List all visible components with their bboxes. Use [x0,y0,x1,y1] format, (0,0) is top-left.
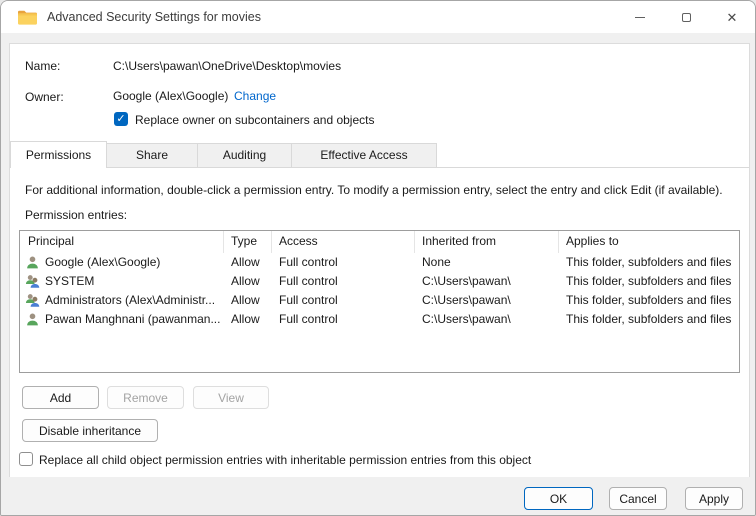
tab-auditing[interactable]: Auditing [197,143,292,167]
entry-applies-to: This folder, subfolders and files [566,293,732,307]
replace-child-checkbox[interactable] [19,452,33,466]
minimize-button[interactable] [617,1,663,33]
principal-name: Pawan Manghnani (pawanman... [45,312,221,326]
apply-button[interactable]: Apply [685,487,743,510]
column-header-inherited-from[interactable]: Inherited from [415,231,559,253]
entry-access: Full control [279,255,338,269]
entry-applies-to: This folder, subfolders and files [566,274,732,288]
change-owner-link[interactable]: Change [234,89,276,103]
user-icon [27,313,38,326]
entry-type: Allow [231,255,260,269]
table-row[interactable]: Administrators (Alex\Administr... Allow … [20,291,739,310]
title-bar: Advanced Security Settings for movies ✕ [1,1,755,33]
minimize-icon [635,16,645,18]
remove-button[interactable]: Remove [107,386,184,409]
close-icon: ✕ [726,9,738,25]
maximize-button[interactable] [663,1,709,33]
table-row[interactable]: Pawan Manghnani (pawanman... Allow Full … [20,310,739,329]
window-controls: ✕ [617,1,755,33]
entry-access: Full control [279,312,338,326]
folder-icon [18,10,37,25]
replace-child-label: Replace all child object permission entr… [39,453,532,467]
content-panel: Name: C:\Users\pawan\OneDrive\Desktop\mo… [9,43,750,479]
footer-bar: OK Cancel Apply [1,477,755,515]
maximize-icon [681,12,691,22]
permissions-description: For additional information, double-click… [25,183,723,197]
table-row[interactable]: Google (Alex\Google) Allow Full control … [20,253,739,272]
group-icon [25,294,40,307]
advanced-security-settings-dialog: Advanced Security Settings for movies ✕ … [0,0,756,516]
disable-inheritance-button[interactable]: Disable inheritance [22,419,158,442]
entry-inherited-from: None [422,255,451,269]
tab-strip: Permissions Share Auditing Effective Acc… [10,141,749,168]
table-header-row: Principal Type Access Inherited from App… [20,231,739,253]
name-value: C:\Users\pawan\OneDrive\Desktop\movies [113,59,342,73]
permission-entries-label: Permission entries: [25,208,128,222]
entry-inherited-from: C:\Users\pawan\ [422,293,511,307]
cancel-button[interactable]: Cancel [609,487,667,510]
entry-applies-to: This folder, subfolders and files [566,312,732,326]
owner-label: Owner: [25,90,64,104]
view-button[interactable]: View [193,386,269,409]
replace-owner-checkbox[interactable]: ✓ [114,112,128,126]
entry-type: Allow [231,274,260,288]
entry-type: Allow [231,293,260,307]
close-button[interactable]: ✕ [709,1,755,33]
tab-share[interactable]: Share [106,143,198,167]
column-header-access[interactable]: Access [272,231,415,253]
ok-button[interactable]: OK [524,487,593,510]
entry-access: Full control [279,274,338,288]
entry-access: Full control [279,293,338,307]
user-icon [27,256,38,269]
column-header-principal[interactable]: Principal [20,231,224,253]
table-row[interactable]: SYSTEM Allow Full control C:\Users\pawan… [20,272,739,291]
window-title: Advanced Security Settings for movies [47,10,261,24]
entry-applies-to: This folder, subfolders and files [566,255,732,269]
column-header-type[interactable]: Type [224,231,272,253]
replace-owner-label: Replace owner on subcontainers and objec… [135,113,375,127]
column-header-applies-to[interactable]: Applies to [559,231,739,253]
principal-name: Administrators (Alex\Administr... [45,293,216,307]
tab-permissions[interactable]: Permissions [10,141,107,168]
group-icon [25,275,40,288]
owner-value: Google (Alex\Google) [113,89,229,103]
entry-inherited-from: C:\Users\pawan\ [422,312,511,326]
tab-effective-access[interactable]: Effective Access [291,143,437,167]
principal-name: SYSTEM [45,274,95,288]
entry-type: Allow [231,312,260,326]
entry-inherited-from: C:\Users\pawan\ [422,274,511,288]
permission-entries-table: Principal Type Access Inherited from App… [19,230,740,373]
principal-name: Google (Alex\Google) [45,255,161,269]
add-button[interactable]: Add [22,386,99,409]
name-label: Name: [25,59,61,73]
